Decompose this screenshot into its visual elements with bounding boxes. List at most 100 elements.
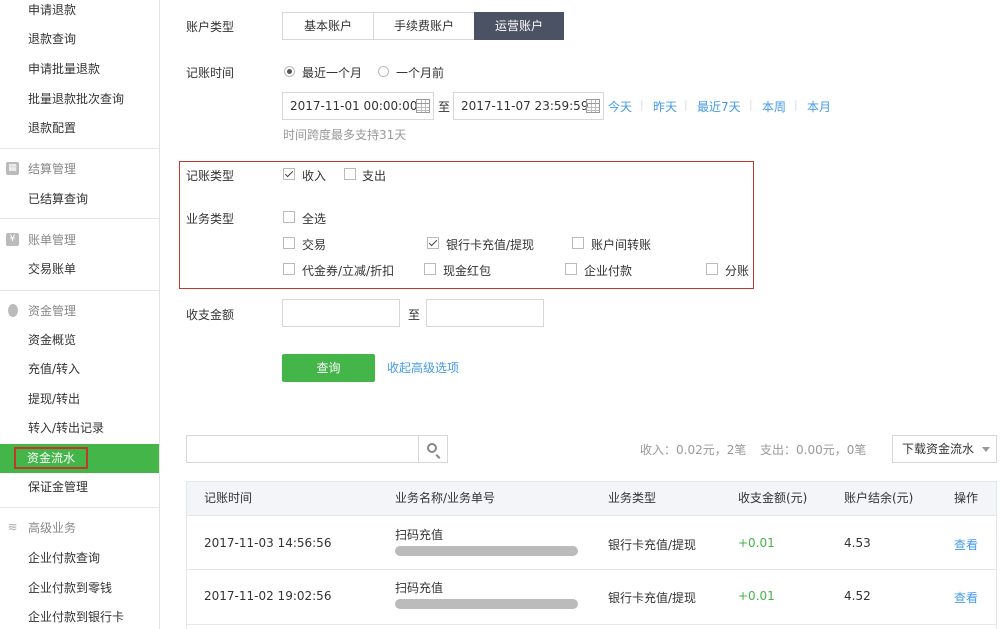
table-border bbox=[996, 481, 997, 629]
checkbox-enterprise-payment[interactable] bbox=[565, 263, 577, 275]
checkbox-coupon[interactable] bbox=[283, 263, 295, 275]
quick-range-yesterday[interactable]: 昨天 bbox=[653, 98, 677, 115]
sidebar-item-refund-config[interactable]: 退款配置 bbox=[0, 114, 159, 143]
row-time: 2017-11-03 14:56:56 bbox=[204, 536, 332, 550]
amount-range-to: 至 bbox=[408, 308, 421, 322]
sidebar-item-refund-query[interactable]: 退款查询 bbox=[0, 25, 159, 54]
checkbox-expense[interactable] bbox=[344, 168, 356, 180]
calculator-icon: ▦ bbox=[6, 162, 19, 175]
sidebar-item-fund-flow[interactable]: 资金流水 bbox=[0, 444, 159, 473]
checkbox-split-label: 分账 bbox=[725, 264, 750, 278]
money-bag-icon bbox=[8, 304, 18, 317]
separator: | bbox=[794, 98, 798, 111]
chevron-down-icon bbox=[982, 447, 990, 452]
checkbox-coupon-label: 代金券/立减/折扣 bbox=[302, 264, 395, 278]
quick-range-today[interactable]: 今天 bbox=[608, 98, 632, 115]
sidebar-item-transfer-records[interactable]: 转入/转出记录 bbox=[0, 414, 159, 443]
calendar-icon[interactable] bbox=[586, 99, 600, 113]
sidebar-divider bbox=[0, 507, 159, 508]
sidebar-item-trade-bill[interactable]: 交易账单 bbox=[0, 255, 159, 284]
yen-icon: ¥ bbox=[6, 233, 19, 246]
row-time: 2017-11-02 19:02:56 bbox=[204, 589, 332, 603]
date-range-to: 至 bbox=[438, 100, 451, 114]
checkbox-select-all[interactable] bbox=[283, 211, 295, 223]
sidebar-section-funds: 资金管理 bbox=[0, 296, 159, 326]
checkbox-income[interactable] bbox=[283, 168, 295, 180]
row-balance: 4.53 bbox=[844, 536, 871, 550]
separator: | bbox=[749, 98, 753, 111]
checkbox-expense-label: 支出 bbox=[362, 169, 387, 183]
table-row: 2017-11-03 14:56:56 扫码充值 银行卡充值/提现 +0.01 … bbox=[186, 516, 997, 570]
view-link[interactable]: 查看 bbox=[954, 536, 978, 553]
sidebar-item-apply-refund[interactable]: 申请退款 bbox=[0, 0, 159, 25]
end-date-input[interactable]: 2017-11-07 23:59:59 bbox=[453, 92, 604, 120]
checkbox-account-transfer-label: 账户间转账 bbox=[591, 238, 652, 252]
row-amount: +0.01 bbox=[738, 536, 775, 550]
checkbox-enterprise-payment-label: 企业付款 bbox=[584, 264, 633, 278]
checkbox-bank-recharge[interactable] bbox=[427, 237, 439, 249]
checkbox-bank-recharge-label: 银行卡充值/提现 bbox=[446, 238, 535, 252]
sidebar-item-settled-query[interactable]: 已结算查询 bbox=[0, 185, 159, 214]
account-tabs: 基本账户 手续费账户 运营账户 bbox=[282, 12, 564, 40]
redacted-order-number bbox=[395, 599, 578, 609]
search-input[interactable] bbox=[186, 435, 419, 463]
row-balance: 4.52 bbox=[844, 589, 871, 603]
search-button[interactable] bbox=[418, 435, 448, 463]
sidebar-divider bbox=[0, 218, 159, 219]
sidebar-section-settlement: ▦ 结算管理 bbox=[0, 154, 159, 184]
column-header: 业务名称/业务单号 bbox=[395, 491, 496, 505]
row-biz-name: 扫码充值 bbox=[395, 581, 444, 595]
checkbox-select-all-label: 全选 bbox=[302, 212, 327, 226]
checkbox-trade[interactable] bbox=[283, 237, 295, 249]
start-date-input[interactable]: 2017-11-01 00:00:00 bbox=[282, 92, 434, 120]
download-flow-button[interactable]: 下载资金流水 bbox=[892, 435, 997, 463]
sidebar-item-batch-refund-query[interactable]: 批量退款批次查询 bbox=[0, 85, 159, 114]
view-link[interactable]: 查看 bbox=[954, 589, 978, 606]
sidebar-item-deposit[interactable]: 保证金管理 bbox=[0, 473, 159, 502]
sidebar-divider bbox=[0, 148, 159, 149]
amount-max-input[interactable] bbox=[426, 299, 544, 327]
row-biz-type: 银行卡充值/提现 bbox=[608, 591, 697, 605]
collapse-advanced-link[interactable]: 收起高级选项 bbox=[387, 359, 459, 376]
sidebar-item-batch-refund[interactable]: 申请批量退款 bbox=[0, 55, 159, 84]
sidebar-item-recharge[interactable]: 充值/转入 bbox=[0, 355, 159, 384]
checkbox-income-label: 收入 bbox=[302, 169, 327, 183]
account-type-label: 账户类型 bbox=[186, 20, 235, 34]
redacted-order-number bbox=[395, 546, 578, 556]
radio-last-month-label: 最近一个月 bbox=[302, 66, 363, 80]
checkbox-split[interactable] bbox=[706, 263, 718, 275]
amount-label: 收支金额 bbox=[186, 308, 235, 322]
tab-basic-account[interactable]: 基本账户 bbox=[282, 12, 374, 40]
sidebar-section-advanced: ≋ 高级业务 bbox=[7, 520, 77, 536]
radio-last-month[interactable] bbox=[284, 66, 295, 77]
row-biz-name: 扫码充值 bbox=[395, 528, 444, 542]
sidebar-item-withdraw[interactable]: 提现/转出 bbox=[0, 385, 159, 414]
row-amount: +0.01 bbox=[738, 589, 775, 603]
checkbox-red-packet-label: 现金红包 bbox=[443, 264, 492, 278]
sidebar-item-enterprise-payment-wallet[interactable]: 企业付款到零钱 bbox=[0, 574, 159, 603]
expense-summary: 支出：0.00元，0笔 bbox=[760, 443, 867, 457]
table-border bbox=[186, 481, 187, 629]
amount-min-input[interactable] bbox=[282, 299, 400, 327]
income-summary: 收入：0.02元，2笔 bbox=[640, 443, 747, 457]
sidebar-divider bbox=[0, 290, 159, 291]
query-button[interactable]: 查询 bbox=[282, 354, 375, 382]
calendar-icon[interactable] bbox=[416, 99, 430, 113]
sidebar-section-bill: ¥ 账单管理 bbox=[0, 225, 159, 255]
checkbox-account-transfer[interactable] bbox=[572, 237, 584, 249]
column-header: 收支金额(元) bbox=[738, 491, 808, 505]
separator: | bbox=[684, 98, 688, 111]
radio-before-month[interactable] bbox=[378, 66, 389, 77]
sidebar-item-funds-overview[interactable]: 资金概览 bbox=[0, 326, 159, 355]
quick-range-7days[interactable]: 最近7天 bbox=[697, 98, 741, 115]
checkbox-red-packet[interactable] bbox=[424, 263, 436, 275]
quick-range-month[interactable]: 本月 bbox=[807, 98, 831, 115]
sidebar-item-enterprise-payment-query[interactable]: 企业付款查询 bbox=[0, 544, 159, 573]
tab-operating-account[interactable]: 运营账户 bbox=[474, 12, 564, 40]
tab-fee-account[interactable]: 手续费账户 bbox=[373, 12, 475, 40]
sidebar-item-enterprise-payment-bank[interactable]: 企业付款到银行卡 bbox=[0, 603, 159, 629]
quick-range-week[interactable]: 本周 bbox=[762, 98, 786, 115]
entry-type-label: 记账类型 bbox=[186, 169, 235, 183]
layers-icon: ≋ bbox=[7, 520, 18, 534]
column-header: 记账时间 bbox=[204, 491, 253, 505]
